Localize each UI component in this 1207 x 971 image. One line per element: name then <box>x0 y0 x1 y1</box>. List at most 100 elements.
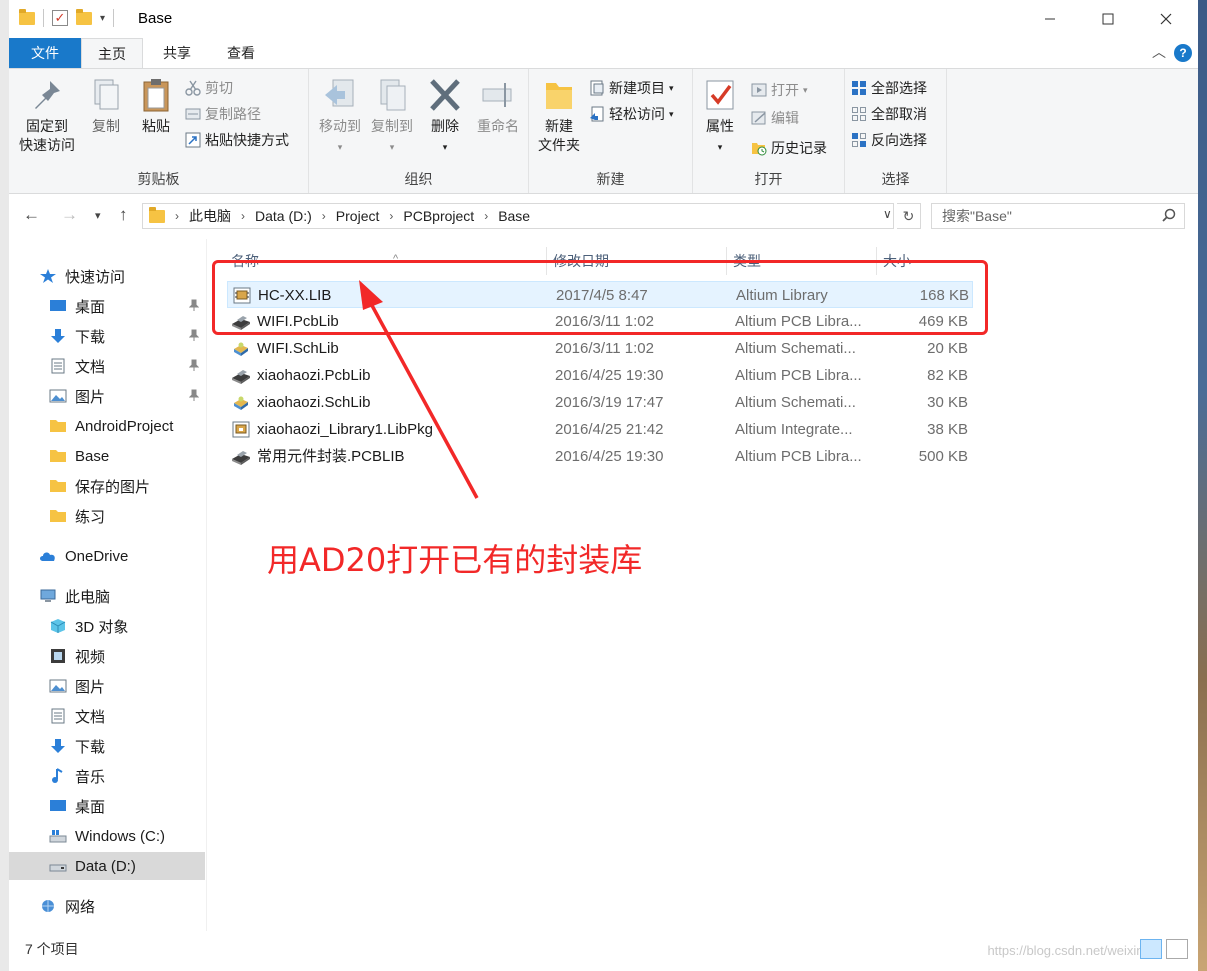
scissors-icon <box>185 80 201 96</box>
minimize-button[interactable] <box>1027 0 1073 38</box>
close-button[interactable] <box>1143 0 1189 38</box>
nav-label: 保存的图片 <box>75 478 151 496</box>
pcblib-icon <box>232 451 250 465</box>
maximize-button[interactable] <box>1085 0 1131 38</box>
nav-label: 音乐 <box>75 768 106 786</box>
file-row[interactable]: WIFI.SchLib 2016/3/11 1:02 Altium Schemati… <box>227 335 973 362</box>
back-button[interactable]: ← <box>23 205 40 225</box>
qat-dropdown-icon[interactable]: ▾ <box>100 13 105 24</box>
nav-downloads[interactable]: 下载 <box>9 322 205 350</box>
file-row[interactable]: xiaohaozi.SchLib 2016/3/19 17:47 Altium Sc… <box>227 389 973 416</box>
delete-button[interactable]: 删除 ▾ <box>423 77 467 157</box>
up-button[interactable]: ↑ <box>119 205 128 225</box>
breadcrumb-separator[interactable]: › <box>389 209 393 223</box>
organize-group: 移动到 ▾ 复制到 ▾ 删除 ▾ 重命名 组织 <box>309 69 529 193</box>
breadcrumb-separator[interactable]: › <box>322 209 326 223</box>
tab-home[interactable]: 主页 <box>81 38 143 69</box>
copy-path-button[interactable]: 复制路径 <box>185 103 261 125</box>
open-icon <box>751 83 767 97</box>
nav-quick-access[interactable]: 快速访问 <box>9 262 205 290</box>
file-row[interactable]: 常用元件封装.PCBLIB 2016/4/25 19:30 Altium PCB L… <box>227 443 973 470</box>
forward-button[interactable]: → <box>61 205 78 225</box>
nav-drive-c[interactable]: Windows (C:) <box>9 822 205 850</box>
easy-access-button[interactable]: 轻松访问 ▾ <box>589 103 674 125</box>
delete-x-icon <box>430 79 460 111</box>
nav-videos[interactable]: 视频 <box>9 642 205 670</box>
help-icon[interactable]: ? <box>1174 44 1192 62</box>
move-to-button[interactable]: 移动到 ▾ <box>313 77 367 157</box>
tab-file[interactable]: 文件 <box>9 38 81 68</box>
nav-desktop[interactable]: 桌面 <box>9 292 205 320</box>
paste-button[interactable]: 粘贴 <box>133 77 179 136</box>
nav-label: 图片 <box>75 388 106 406</box>
properties-button[interactable]: 属性 ▾ <box>697 77 743 157</box>
history-button[interactable]: 历史记录 <box>751 137 827 159</box>
breadcrumb-drive-d[interactable]: Data (D:) <box>255 208 312 224</box>
file-row[interactable]: xiaohaozi.PcbLib 2016/4/25 19:30 Altium PC… <box>227 362 973 389</box>
open-button[interactable]: 打开 ▾ <box>751 79 808 101</box>
new-folder-icon[interactable] <box>76 8 92 25</box>
refresh-button[interactable]: ↻ <box>897 203 921 229</box>
nav-pc-downloads[interactable]: 下载 <box>9 732 205 760</box>
nav-androidproject[interactable]: AndroidProject <box>9 412 205 440</box>
desktop-icon <box>50 800 66 811</box>
nav-practice[interactable]: 练习 <box>9 502 205 530</box>
nav-pictures[interactable]: 图片 <box>9 382 205 410</box>
select-none-button[interactable]: 全部取消 <box>851 103 927 125</box>
document-icon <box>51 358 65 374</box>
copy-to-button[interactable]: 复制到 ▾ <box>365 77 419 157</box>
nav-saved-pictures[interactable]: 保存的图片 <box>9 472 205 500</box>
select-none-label: 全部取消 <box>871 106 927 122</box>
file-date: 2016/4/25 19:30 <box>555 367 664 384</box>
nav-this-pc[interactable]: 此电脑 <box>9 582 205 610</box>
rename-button[interactable]: 重命名 <box>471 77 525 136</box>
file-type: Altium PCB Libra... <box>735 448 862 465</box>
breadcrumb-this-pc[interactable]: 此电脑 <box>189 206 231 226</box>
copy-label: 复制 <box>92 118 120 134</box>
ribbon-collapse-icon[interactable]: ︿ <box>1152 42 1166 62</box>
new-item-button[interactable]: 新建项目 ▾ <box>589 77 674 99</box>
breadcrumb-project[interactable]: Project <box>336 208 380 224</box>
navigation-pane: 快速访问 桌面 下载 文档 图片 AndroidProject Base 保存的… <box>9 239 207 931</box>
nav-3d-objects[interactable]: 3D 对象 <box>9 612 205 640</box>
cloud-icon <box>40 552 55 561</box>
details-view-button[interactable] <box>1140 939 1162 959</box>
folder-icon <box>546 83 572 109</box>
paste-shortcut-button[interactable]: 粘贴快捷方式 <box>185 129 289 151</box>
new-folder-button[interactable]: 新建 文件夹 <box>533 77 585 155</box>
nav-documents[interactable]: 文档 <box>9 352 205 380</box>
search-placeholder: 搜索"Base" <box>942 208 1012 224</box>
copy-button[interactable]: 复制 <box>81 77 131 136</box>
nav-network[interactable]: 网络 <box>9 892 205 920</box>
breadcrumb-base[interactable]: Base <box>498 208 530 224</box>
nav-base[interactable]: Base <box>9 442 205 470</box>
desktop-wallpaper <box>1197 0 1207 971</box>
select-all-button[interactable]: 全部选择 <box>851 77 927 99</box>
nav-pc-desktop[interactable]: 桌面 <box>9 792 205 820</box>
file-row[interactable]: xiaohaozi_Library1.LibPkg 2016/4/25 21:42… <box>227 416 973 443</box>
breadcrumb-pcbproject[interactable]: PCBproject <box>403 208 474 224</box>
nav-onedrive[interactable]: OneDrive <box>9 542 205 570</box>
properties-check-icon[interactable]: ✓ <box>52 10 68 26</box>
invert-selection-button[interactable]: 反向选择 <box>851 129 927 151</box>
tab-share[interactable]: 共享 <box>149 38 205 68</box>
pin-quick-access-button[interactable]: 固定到 快速访问 <box>15 77 79 155</box>
nav-music[interactable]: 音乐 <box>9 762 205 790</box>
cut-button[interactable]: 剪切 <box>185 77 233 99</box>
address-dropdown-icon[interactable]: ∨ <box>883 207 892 221</box>
nav-pc-pictures[interactable]: 图片 <box>9 672 205 700</box>
search-input[interactable]: 搜索"Base" <box>931 203 1185 229</box>
tab-view[interactable]: 查看 <box>213 38 269 68</box>
breadcrumb-separator[interactable]: › <box>484 209 488 223</box>
invert-selection-icon <box>852 133 866 147</box>
breadcrumb-separator[interactable]: › <box>241 209 245 223</box>
nav-drive-d[interactable]: Data (D:) <box>9 852 205 880</box>
edit-button[interactable]: 编辑 <box>751 107 799 129</box>
large-icons-view-button[interactable] <box>1166 939 1188 959</box>
breadcrumb-separator[interactable]: › <box>175 209 179 223</box>
network-icon <box>42 900 54 912</box>
nav-pc-documents[interactable]: 文档 <box>9 702 205 730</box>
address-bar[interactable]: › 此电脑 › Data (D:) › Project › PCBproject… <box>142 203 894 229</box>
recent-locations-button[interactable]: ▾ <box>95 209 101 222</box>
star-icon <box>40 269 56 283</box>
